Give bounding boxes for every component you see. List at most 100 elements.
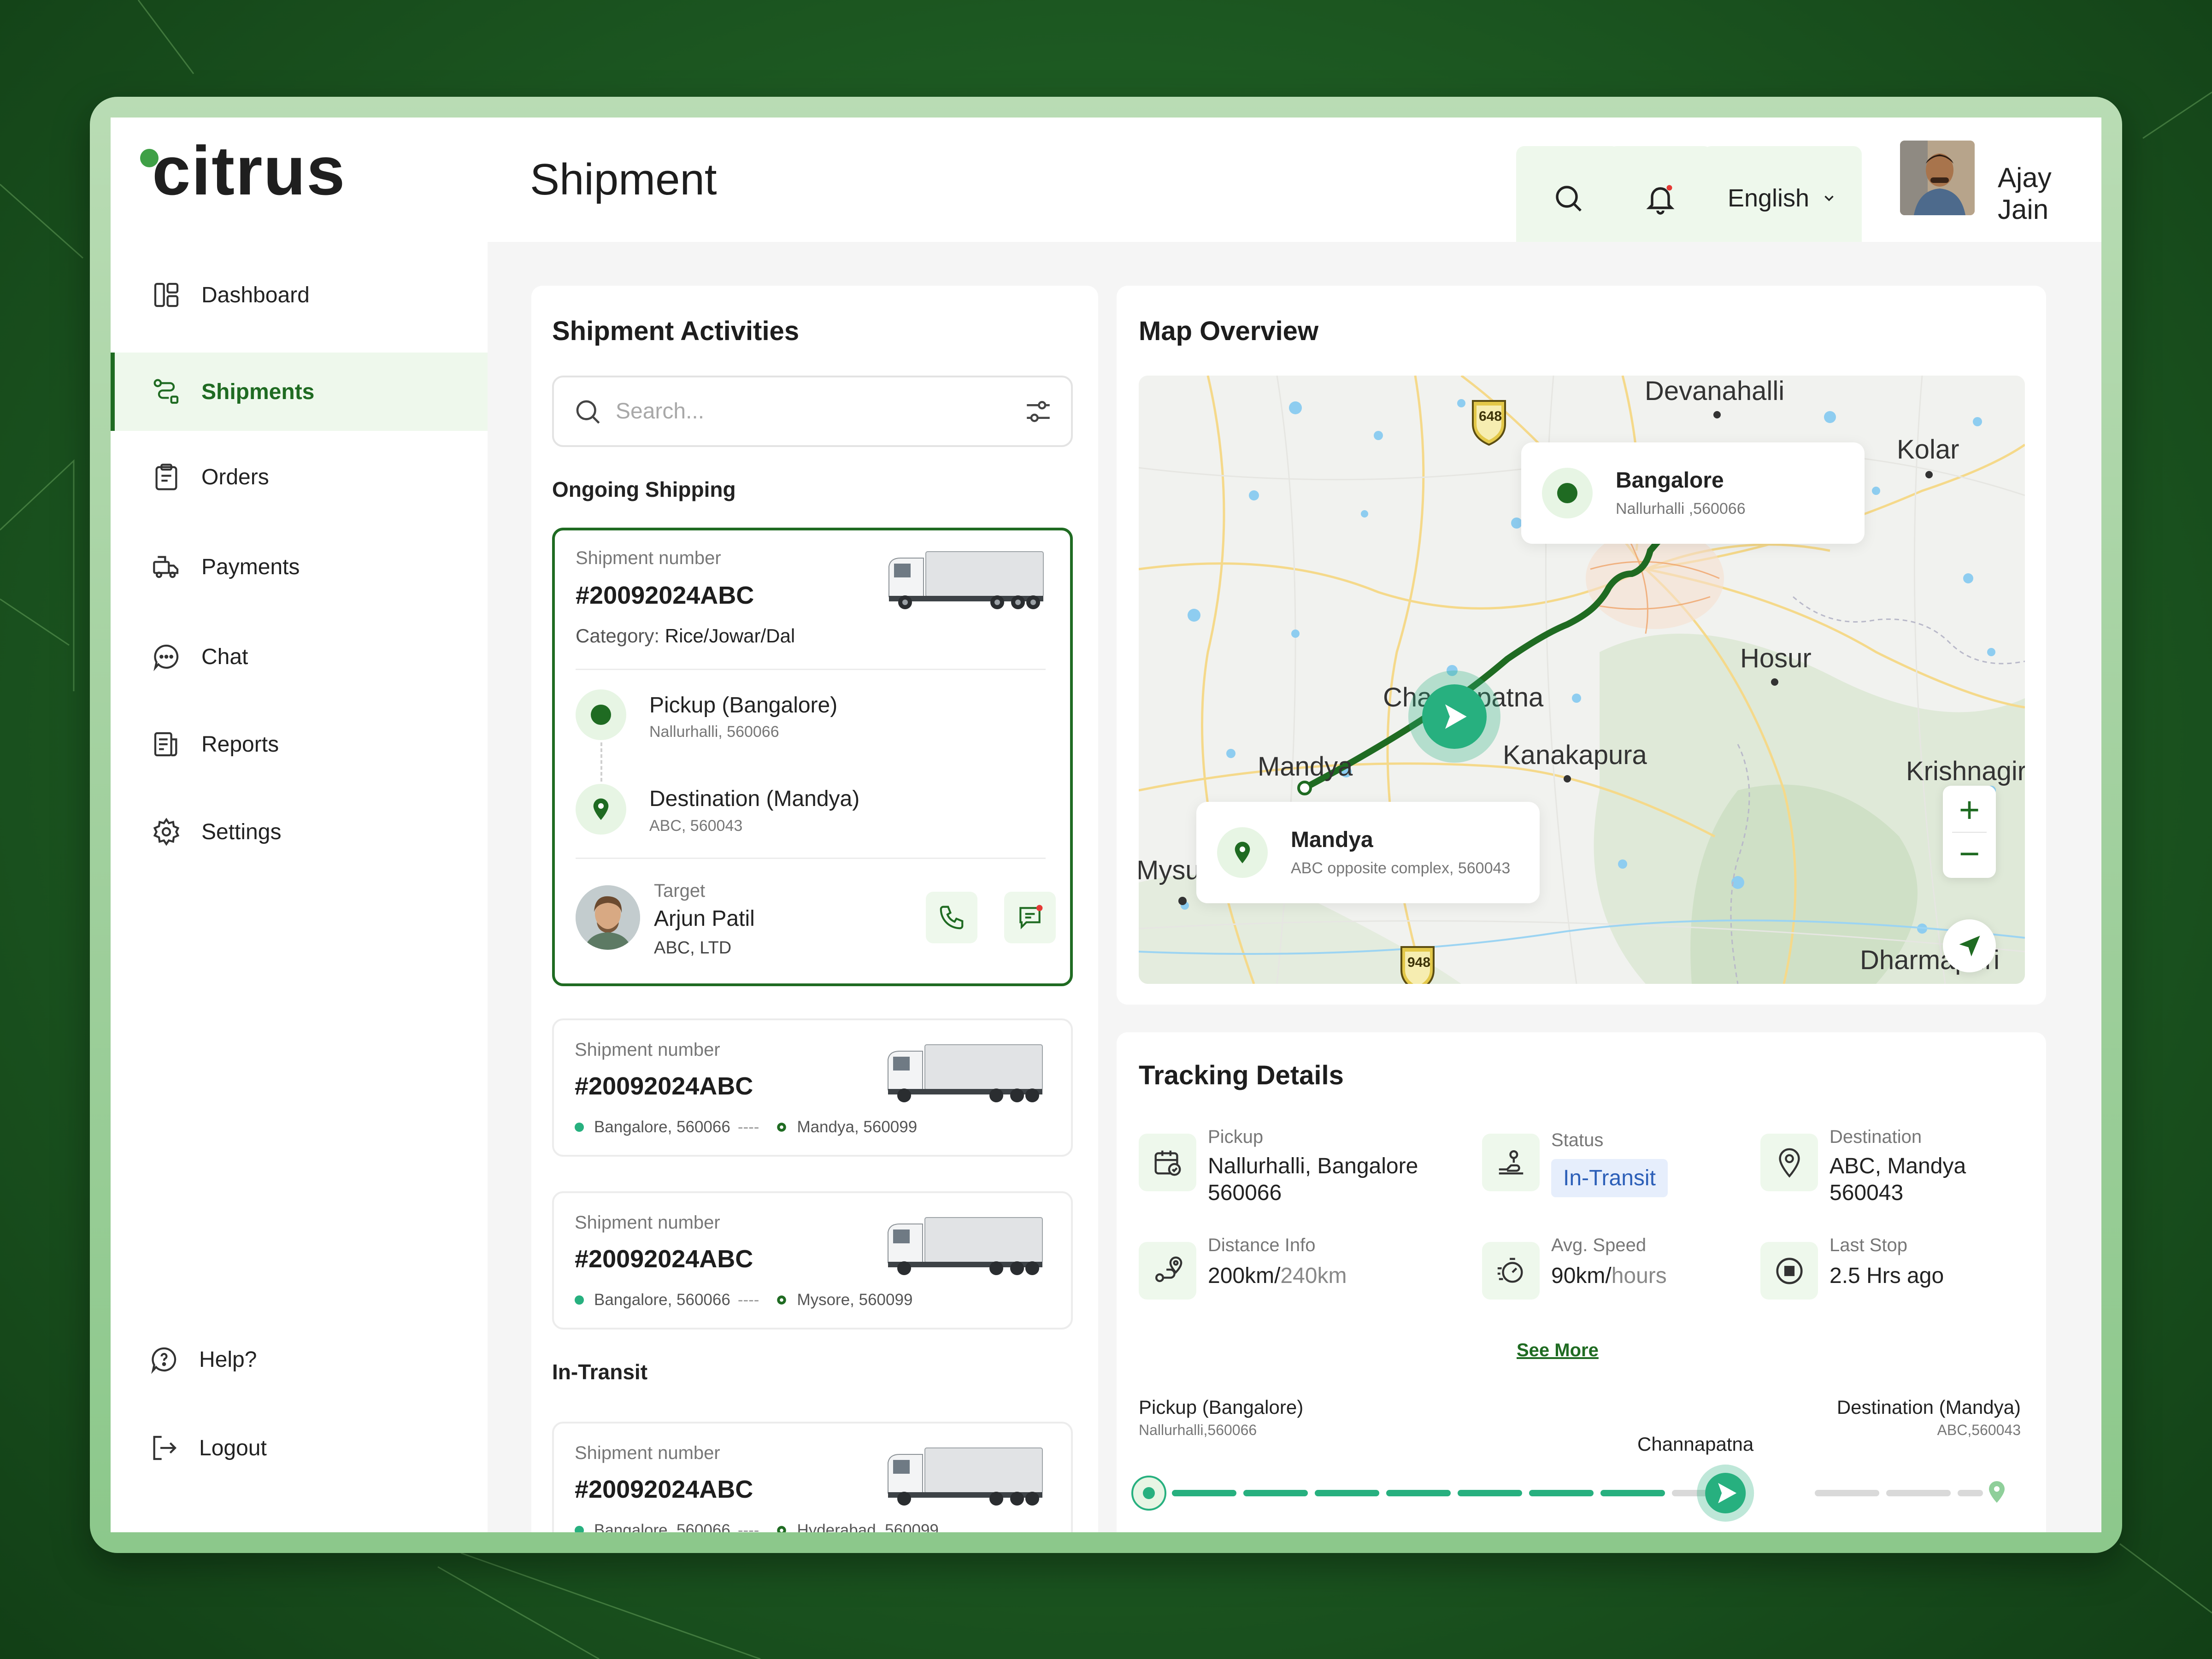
progress-segment-done [1600, 1490, 1665, 1496]
sidebar-item-chat[interactable]: Chat [111, 618, 488, 696]
divider [576, 858, 1046, 859]
shipment-number: #20092024ABC [576, 582, 754, 609]
shipment-card[interactable]: Shipment number #20092024ABC Bangalore, … [552, 1422, 1073, 1532]
zoom-controls: + − [1943, 786, 1996, 878]
route-from: Bangalore, 560066 [594, 1521, 730, 1532]
sidebar-item-label: Dashboard [201, 282, 310, 307]
location-pin-icon [1760, 1134, 1818, 1191]
destination-label: Destination [1830, 1127, 1922, 1147]
sidebar-item-dashboard[interactable]: Dashboard [111, 256, 488, 334]
see-more-link[interactable]: See More [1517, 1340, 1599, 1361]
map-card-sub: Nallurhalli ,560066 [1616, 500, 1746, 518]
truck-image [888, 551, 1044, 609]
map-card-bangalore[interactable]: Bangalore Nallurhalli ,560066 [1521, 442, 1865, 544]
sidebar-item-logout[interactable]: Logout [111, 1413, 488, 1483]
progress-destination-pin-dot [1994, 1486, 2000, 1492]
destination-pin-icon [1217, 827, 1268, 878]
status-icon [1482, 1134, 1540, 1191]
search-input[interactable]: Search... [552, 376, 1073, 447]
pin-icon [777, 1123, 787, 1132]
notifications-button[interactable] [1608, 146, 1712, 250]
language-select[interactable]: English [1703, 146, 1862, 250]
shipment-number-label: Shipment number [576, 548, 721, 568]
distance-done: 200km/ [1208, 1264, 1281, 1288]
map-label-mandya: Mandya [1258, 752, 1353, 782]
sidebar-item-shipments[interactable]: Shipments [111, 353, 488, 431]
avatar[interactable] [1900, 141, 1975, 215]
sidebar-item-reports[interactable]: Reports [111, 705, 488, 783]
header: Shipment English Ajay Jain [488, 118, 2101, 250]
speed-value: 90km/hours [1551, 1263, 1667, 1289]
zoom-out-button[interactable]: − [1943, 834, 1996, 873]
pin-icon [777, 1526, 787, 1532]
dashboard-icon [150, 278, 183, 312]
map-card-mandya[interactable]: Mandya ABC opposite complex, 560043 [1196, 802, 1540, 903]
route-from: Bangalore, 560066 [594, 1118, 730, 1136]
logo[interactable]: citrus [152, 136, 346, 205]
sidebar-item-label: Payments [201, 554, 300, 579]
speedometer-icon [1482, 1242, 1540, 1300]
progress-segment-done [1315, 1490, 1379, 1496]
sidebar-item-label: Settings [201, 819, 282, 844]
search-icon [1555, 185, 1582, 212]
calendar-icon [1139, 1134, 1196, 1191]
route-dashes: ---- [737, 1291, 759, 1309]
map-label-devanahalli: Devanahalli [1645, 376, 1785, 406]
message-button[interactable] [1004, 892, 1056, 943]
map[interactable]: Devanahalli Kolar Hosur Channapatna Kana… [1139, 376, 2025, 984]
progress-segment-done [1386, 1490, 1451, 1496]
bell-icon [1646, 185, 1675, 215]
shipment-card[interactable]: Shipment number #20092024ABC Bangalore, … [552, 1018, 1073, 1157]
target-company: ABC, LTD [654, 938, 732, 958]
chevron-down-icon [1824, 195, 1834, 201]
pickup-dot [575, 1295, 584, 1305]
help-label: Help? [199, 1347, 257, 1372]
route-connector [600, 742, 602, 782]
truck-image [888, 1447, 1043, 1506]
payment-truck-icon [150, 550, 183, 583]
progress-end-sub: ABC,560043 [1937, 1422, 2021, 1438]
panel-title: Map Overview [1139, 316, 1319, 346]
progress-segment-done [1172, 1490, 1236, 1496]
shipment-number-label: Shipment number [575, 1443, 720, 1463]
zoom-in-button[interactable]: + [1943, 790, 1996, 830]
recenter-button[interactable] [1943, 919, 1996, 972]
distance-total: 240km [1280, 1264, 1347, 1288]
route-icon [150, 375, 183, 408]
shipment-number-label: Shipment number [575, 1212, 720, 1233]
sidebar-item-orders[interactable]: Orders [111, 438, 488, 516]
route-summary: Bangalore, 560066 ---- Hyderabad, 560099 [575, 1521, 939, 1532]
distance-label: Distance Info [1208, 1235, 1316, 1255]
shipment-activities-panel: Shipment Activities Search... Ongoing Sh… [531, 286, 1098, 1532]
navigation-arrow-icon [1445, 704, 1467, 729]
sidebar-item-label: Reports [201, 732, 279, 757]
route-dashes: ---- [737, 1521, 759, 1532]
category-row: Category: Rice/Jowar/Dal [576, 625, 795, 647]
shipment-card[interactable]: Shipment number #20092024ABC Bangalore, … [552, 1191, 1073, 1330]
pickup-dot [575, 1526, 584, 1532]
map-card-sub: ABC opposite complex, 560043 [1291, 859, 1511, 877]
call-button[interactable] [926, 892, 977, 943]
pickup-icon [576, 689, 626, 740]
sidebar: citrus Dashboard Shipments Orders Paymen… [111, 118, 488, 1532]
progress-start-title: Pickup (Bangalore) [1139, 1396, 1304, 1418]
progress-start-sub: Nallurhalli,560066 [1139, 1422, 1257, 1438]
shipment-number: #20092024ABC [575, 1245, 753, 1273]
shipment-number: #20092024ABC [575, 1072, 753, 1100]
speed-label: Avg. Speed [1551, 1235, 1647, 1255]
map-label-hosur: Hosur [1740, 643, 1812, 673]
search-button[interactable] [1516, 146, 1620, 250]
vehicle-marker[interactable] [1408, 671, 1500, 763]
help-icon [147, 1343, 181, 1376]
sidebar-item-payments[interactable]: Payments [111, 528, 488, 606]
target-avatar [576, 885, 640, 950]
filter-icon[interactable] [1023, 396, 1053, 427]
map-label-kolar: Kolar [1897, 435, 1959, 465]
sidebar-item-help[interactable]: Help? [111, 1325, 488, 1394]
sidebar-item-settings[interactable]: Settings [111, 793, 488, 871]
shipment-card-active[interactable]: Shipment number #20092024ABC Category: R… [552, 528, 1073, 986]
gear-icon [150, 815, 183, 848]
pickup-dot [575, 1123, 584, 1132]
section-ongoing: Ongoing Shipping [552, 477, 736, 501]
user-name[interactable]: Ajay Jain [1998, 162, 2101, 225]
